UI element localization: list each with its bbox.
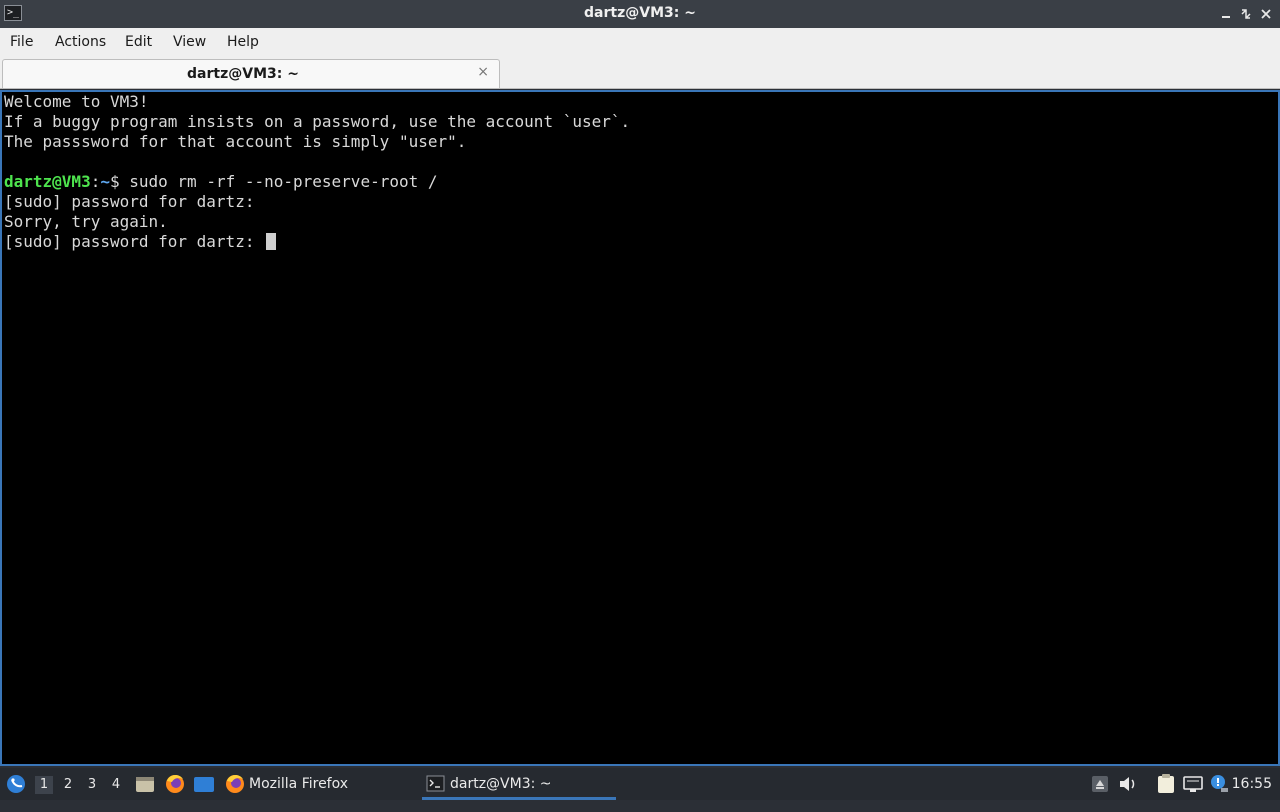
notification-icon xyxy=(1211,775,1228,792)
start-menu-button[interactable] xyxy=(4,768,28,800)
desktop-3[interactable]: 3 xyxy=(83,776,101,794)
firefox-icon xyxy=(166,775,184,793)
desktop-4[interactable]: 4 xyxy=(107,776,125,794)
clipboard-icon xyxy=(1158,774,1174,793)
minimize-icon xyxy=(1222,16,1230,18)
menu-help[interactable]: Help xyxy=(227,34,259,50)
window-titlebar[interactable]: >_ dartz@VM3: ~ xyxy=(0,0,1280,28)
prompt-user: dartz@VM3 xyxy=(4,172,91,191)
file-manager-launcher[interactable] xyxy=(134,768,156,800)
tab-bar: dartz@VM3: ~ × xyxy=(0,58,1280,89)
password-prompt: [sudo] password for dartz: xyxy=(4,232,265,251)
tab-label: dartz@VM3: ~ xyxy=(187,66,299,82)
task-firefox[interactable]: Mozilla Firefox xyxy=(224,768,414,800)
task-firefox-label: Mozilla Firefox xyxy=(249,776,349,792)
terminal-line: Sorry, try again. xyxy=(4,212,168,231)
task-terminal[interactable]: dartz@VM3: ~ xyxy=(424,768,616,800)
minimize-button[interactable] xyxy=(1218,6,1234,22)
tab-close-icon[interactable]: × xyxy=(477,64,489,80)
terminal-command: sudo rm -rf --no-preserve-root / xyxy=(129,172,438,191)
terminal-line: The passsword for that account is simply… xyxy=(4,132,467,151)
window-title: dartz@VM3: ~ xyxy=(584,5,696,21)
menu-file[interactable]: File xyxy=(10,34,33,50)
terminal-icon xyxy=(426,775,445,792)
tray-notifications[interactable] xyxy=(1208,768,1230,800)
prompt-separator: : xyxy=(90,172,101,191)
maximize-icon xyxy=(1241,9,1251,19)
menu-actions[interactable]: Actions xyxy=(55,34,106,50)
taskbar: 1 2 3 4 Mozilla Firefox dartz@VM3: ~ 16:… xyxy=(0,768,1280,800)
tab-terminal[interactable]: dartz@VM3: ~ × xyxy=(2,59,500,88)
terminal-line: If a buggy program insists on a password… xyxy=(4,112,631,131)
tray-volume[interactable] xyxy=(1117,768,1139,800)
terminal-prompt-line: dartz@VM3:~$ sudo rm -rf --no-preserve-r… xyxy=(4,172,438,192)
clock[interactable]: 16:55 xyxy=(1232,768,1272,800)
terminal-line: Welcome to VM3! xyxy=(4,92,149,111)
menu-view[interactable]: View xyxy=(173,34,206,50)
prompt-symbol: $ xyxy=(109,172,130,191)
show-desktop-button[interactable] xyxy=(192,768,216,800)
folder-icon xyxy=(136,777,154,792)
close-window-button[interactable] xyxy=(1258,6,1274,22)
tray-network[interactable] xyxy=(1182,768,1204,800)
text-cursor xyxy=(266,233,277,250)
terminal-input-line[interactable]: [sudo] password for dartz: xyxy=(4,232,277,252)
desktop-icon xyxy=(194,777,214,792)
close-icon xyxy=(1261,9,1271,19)
volume-icon xyxy=(1120,777,1135,791)
desktop-1[interactable]: 1 xyxy=(35,776,53,794)
eject-icon xyxy=(1092,776,1108,792)
terminal-line: [sudo] password for dartz: xyxy=(4,192,255,211)
menu-bar: File Actions Edit View Help xyxy=(0,28,1280,58)
tray-updates[interactable] xyxy=(1090,768,1110,800)
tray-clipboard[interactable] xyxy=(1155,768,1177,800)
terminal-output[interactable]: Welcome to VM3! If a buggy program insis… xyxy=(0,90,1280,766)
prompt-path: ~ xyxy=(100,172,110,191)
network-icon xyxy=(1183,776,1203,792)
lubuntu-logo-icon xyxy=(7,775,25,793)
firefox-launcher[interactable] xyxy=(163,768,187,800)
firefox-icon xyxy=(226,775,244,793)
task-terminal-label: dartz@VM3: ~ xyxy=(450,776,552,792)
maximize-button[interactable] xyxy=(1238,6,1254,22)
desktop-2[interactable]: 2 xyxy=(59,776,77,794)
menu-edit[interactable]: Edit xyxy=(125,34,152,50)
